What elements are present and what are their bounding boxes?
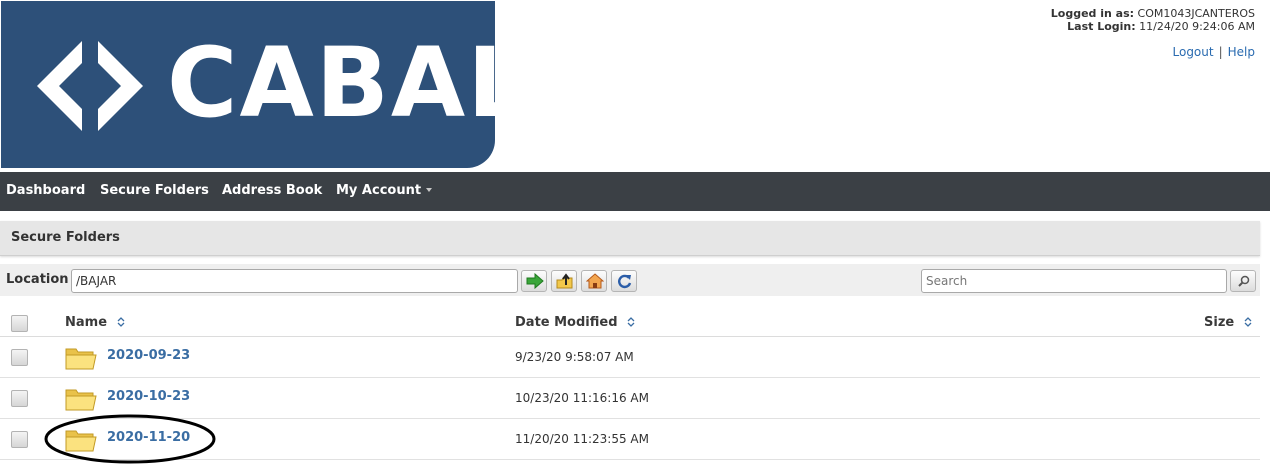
file-table: Name Date Modified Size 2020-09-23 9/23/… xyxy=(0,303,1260,460)
location-label: Location xyxy=(6,272,69,287)
location-bar: Location xyxy=(0,264,1260,296)
folder-up-icon xyxy=(556,273,573,289)
home-button[interactable] xyxy=(581,270,607,292)
nav-my-account-label: My Account xyxy=(336,183,422,198)
brand-name: CABAL xyxy=(167,27,531,139)
folder-name-link[interactable]: 2020-11-20 xyxy=(107,430,190,445)
column-size-label: Size xyxy=(1204,315,1235,330)
search-button[interactable] xyxy=(1230,270,1256,292)
dropdown-caret-icon xyxy=(426,187,433,192)
folder-up-button[interactable] xyxy=(551,270,577,292)
table-row[interactable]: 2020-09-23 9/23/20 9:58:07 AM xyxy=(0,337,1260,378)
date-modified: 9/23/20 9:58:07 AM xyxy=(515,350,634,364)
sort-icon xyxy=(117,316,125,327)
folder-icon xyxy=(65,389,97,411)
row-checkbox[interactable] xyxy=(11,349,28,366)
select-all-checkbox[interactable] xyxy=(11,315,28,332)
account-links: Logout | Help xyxy=(1173,45,1256,59)
logged-in-label: Logged in as: xyxy=(1050,7,1135,20)
folder-icon xyxy=(65,430,97,452)
search-input[interactable] xyxy=(921,269,1227,293)
logged-in-user: COM1043JCANTEROS xyxy=(1137,7,1255,20)
link-separator: | xyxy=(1218,45,1223,59)
column-name-header[interactable]: Name xyxy=(65,315,125,330)
last-login-label: Last Login: xyxy=(1067,20,1136,33)
go-arrow-icon xyxy=(526,273,544,289)
nav-my-account[interactable]: My Account xyxy=(336,172,433,211)
cabal-logo-icon xyxy=(37,31,143,141)
last-login-time: 11/24/20 9:24:06 AM xyxy=(1139,20,1255,33)
sort-icon xyxy=(627,316,635,327)
date-modified: 10/23/20 11:16:16 AM xyxy=(515,391,649,405)
row-checkbox[interactable] xyxy=(11,431,28,448)
search-icon xyxy=(1238,275,1250,287)
home-icon xyxy=(586,273,604,289)
nav-dashboard[interactable]: Dashboard xyxy=(6,172,85,211)
folder-name-link[interactable]: 2020-10-23 xyxy=(107,389,190,404)
section-header: Secure Folders xyxy=(0,221,1260,256)
help-link[interactable]: Help xyxy=(1228,45,1255,59)
refresh-button[interactable] xyxy=(611,270,637,292)
brand-logo: CABAL xyxy=(1,1,528,168)
column-name-label: Name xyxy=(65,315,108,330)
login-info: Logged in as: COM1043JCANTEROS Last Logi… xyxy=(1051,7,1255,33)
main-nav: Dashboard Secure Folders Address Book My… xyxy=(0,172,1270,211)
nav-dashboard-label: Dashboard xyxy=(6,183,86,198)
table-header: Name Date Modified Size xyxy=(0,303,1260,337)
nav-address-book-label: Address Book xyxy=(222,183,323,198)
table-row[interactable]: 2020-10-23 10/23/20 11:16:16 AM xyxy=(0,378,1260,419)
section-title: Secure Folders xyxy=(11,230,120,245)
nav-secure-folders-label: Secure Folders xyxy=(100,183,209,198)
table-row[interactable]: 2020-11-20 11/20/20 11:23:55 AM xyxy=(0,419,1260,460)
nav-secure-folders[interactable]: Secure Folders xyxy=(100,172,209,211)
folder-icon xyxy=(65,348,97,370)
date-modified: 11/20/20 11:23:55 AM xyxy=(515,432,649,446)
nav-address-book[interactable]: Address Book xyxy=(222,172,322,211)
sort-icon xyxy=(1244,316,1252,327)
logout-link[interactable]: Logout xyxy=(1173,45,1214,59)
column-date-label: Date Modified xyxy=(515,315,618,330)
refresh-icon xyxy=(618,274,632,289)
go-button[interactable] xyxy=(521,270,547,292)
folder-name-link[interactable]: 2020-09-23 xyxy=(107,348,190,363)
column-size-header[interactable]: Size xyxy=(1204,315,1252,330)
row-checkbox[interactable] xyxy=(11,390,28,407)
location-input[interactable] xyxy=(71,269,518,293)
column-date-header[interactable]: Date Modified xyxy=(515,315,635,330)
